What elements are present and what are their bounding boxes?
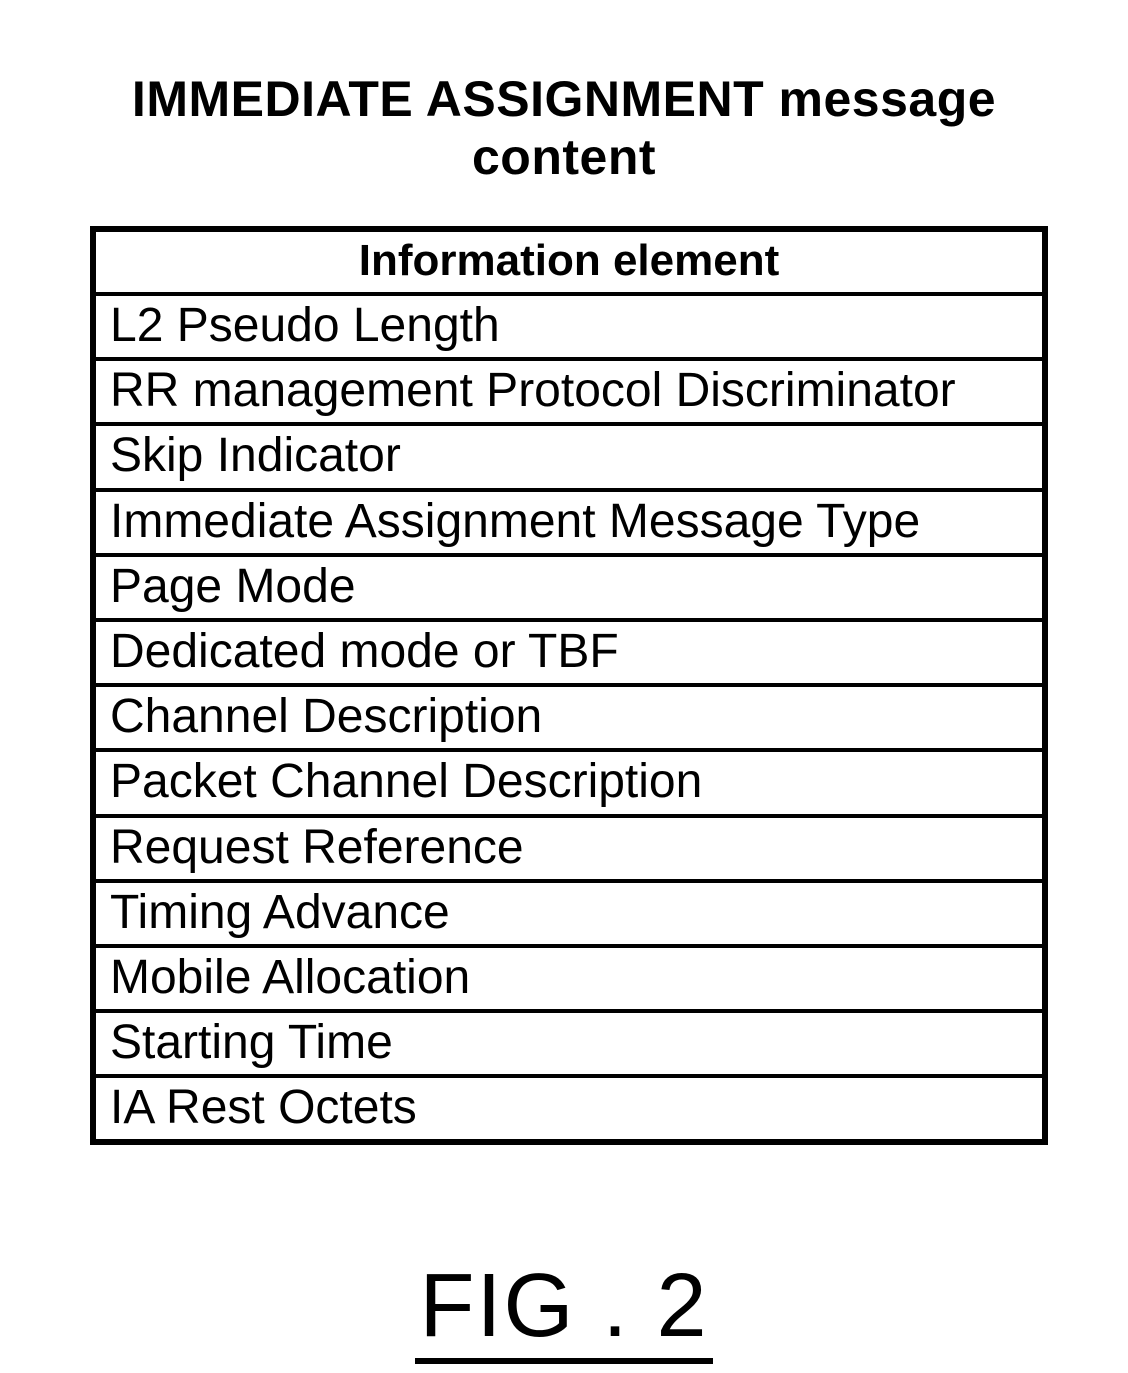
table-row: Packet Channel Description: [93, 750, 1045, 815]
table-cell: Starting Time: [93, 1011, 1045, 1076]
table-row: Mobile Allocation: [93, 946, 1045, 1011]
table-cell: Immediate Assignment Message Type: [93, 490, 1045, 555]
table-cell: Skip Indicator: [93, 424, 1045, 489]
table-cell: Timing Advance: [93, 881, 1045, 946]
table-container: Information element L2 Pseudo Length RR …: [90, 226, 1048, 1145]
page: IMMEDIATE ASSIGNMENT message content Inf…: [0, 0, 1128, 1373]
info-element-table: Information element L2 Pseudo Length RR …: [90, 226, 1048, 1145]
table-row: L2 Pseudo Length: [93, 294, 1045, 359]
table-row: Request Reference: [93, 816, 1045, 881]
table-row: Immediate Assignment Message Type: [93, 490, 1045, 555]
table-cell: Request Reference: [93, 816, 1045, 881]
table-cell: Mobile Allocation: [93, 946, 1045, 1011]
table-row: Channel Description: [93, 685, 1045, 750]
table-row: Dedicated mode or TBF: [93, 620, 1045, 685]
figure-label-container: FIG . 2: [0, 1255, 1128, 1364]
table-row: IA Rest Octets: [93, 1076, 1045, 1142]
table-cell: RR management Protocol Discriminator: [93, 359, 1045, 424]
table-cell: Channel Description: [93, 685, 1045, 750]
table-header-cell: Information element: [93, 229, 1045, 294]
page-title: IMMEDIATE ASSIGNMENT message content: [60, 70, 1068, 186]
table-row: RR management Protocol Discriminator: [93, 359, 1045, 424]
table-cell: IA Rest Octets: [93, 1076, 1045, 1142]
table-row: Skip Indicator: [93, 424, 1045, 489]
table-cell: L2 Pseudo Length: [93, 294, 1045, 359]
table-header-row: Information element: [93, 229, 1045, 294]
figure-label: FIG . 2: [415, 1255, 712, 1364]
table-cell: Dedicated mode or TBF: [93, 620, 1045, 685]
table-cell: Page Mode: [93, 555, 1045, 620]
table-row: Page Mode: [93, 555, 1045, 620]
table-cell: Packet Channel Description: [93, 750, 1045, 815]
table-row: Starting Time: [93, 1011, 1045, 1076]
table-row: Timing Advance: [93, 881, 1045, 946]
